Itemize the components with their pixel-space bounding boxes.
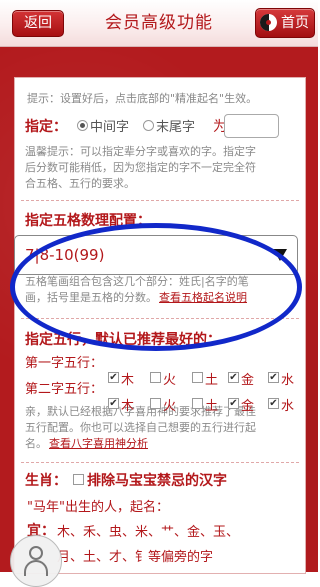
wuxing-item-label: 土 [205,373,219,388]
bazi-analysis-link[interactable]: 查看八字喜用神分析 [49,437,148,450]
user-body-icon [24,560,48,576]
designate-label: 指定： [25,119,67,135]
designate-hint-1: 温馨提示：可以指定辈分字或喜欢的字。指定字 [25,145,256,158]
user-head-icon [29,546,43,560]
wuxing-1-金-checkbox[interactable]: ✔ [228,372,239,383]
second-char-wuxing-label: 第二字五行： [25,382,104,397]
wuxing-2-土-checkbox[interactable] [192,398,203,409]
designate-hint-2: 后分数可能稍低，因为您指定的字不一定完全符 [25,161,256,174]
divider [21,200,299,201]
good-radicals-2: 月、土、才、钅等偏旁的字 [57,550,214,565]
wuge-heading: 指定五格数理配置： [25,213,151,229]
wuxing-item-label: 火 [163,373,177,388]
wuxing-heading: 指定五行，默认已推荐最好的： [25,332,221,348]
wuxing-item-label: 木 [121,399,135,414]
exclude-taboo-checkbox[interactable] [73,474,84,485]
wuge-hint-2: 画，括号里是五格的分数。 [25,291,157,304]
wuxing-hint-1: 亲，默认已经根据八字喜用神的要求推荐了最佳 [25,405,256,418]
wuxing-hint-3-row: 名。 查看八字喜用神分析 [25,436,148,452]
wuxing-item-label: 土 [205,399,219,414]
tip-text: 提示：设置好后，点击底部的"精准起名"生效。 [27,92,258,105]
zodiac-label: 生肖： [25,473,67,489]
wuxing-2-水-checkbox[interactable]: ✔ [268,398,279,409]
wuxing-1-土-checkbox[interactable] [192,372,203,383]
end-char-label: 末尾字 [156,120,196,135]
wuxing-1-木-checkbox[interactable]: ✔ [108,372,119,383]
exclude-taboo-label: 排除马宝宝禁忌的汉字 [87,473,227,489]
content-area: 提示：设置好后，点击底部的"精准起名"生效。 指定： 中间字 末尾字 为 温馨提… [0,47,318,574]
divider [21,318,299,319]
wuxing-item-label: 金 [241,399,255,414]
wuxing-item-label: 金 [241,373,255,388]
wuxing-hint-2: 五行配置。你也可以选择自己想要的五行进行起 [25,421,256,434]
good-radicals-1: 木、禾、虫、米、艹、金、玉、 [57,525,240,540]
wuxing-1-火-checkbox[interactable] [150,372,161,383]
middle-char-label: 中间字 [90,120,130,135]
app-header: 返回 会员高级功能 首页 [0,0,318,47]
settings-panel: 提示：设置好后，点击底部的"精准起名"生效。 指定： 中间字 末尾字 为 温馨提… [14,77,306,574]
wuxing-2-木-checkbox[interactable]: ✔ [108,398,119,409]
end-char-radio[interactable] [143,120,154,131]
dropdown-arrow-icon [273,249,287,261]
wuge-hint-1: 五格笔画组合包含这几个部分：姓氏|名字的笔 [25,275,249,288]
zodiac-line: "马年"出生的人，起名： [27,500,169,515]
wuxing-2-金-checkbox[interactable]: ✔ [228,398,239,409]
wuxing-2-火-checkbox[interactable] [150,398,161,409]
yin-yang-icon [260,14,277,31]
wuxing-item-label: 水 [281,399,295,414]
wuxing-1-水-checkbox[interactable]: ✔ [268,372,279,383]
wuge-config-select[interactable]: 7|8-10(99) [14,235,298,275]
home-button[interactable]: 首页 [255,8,315,38]
divider [21,462,299,463]
wuge-selected-value: 7|8-10(99) [25,246,105,264]
wuxing-item-label: 火 [163,399,177,414]
wuge-explain-link[interactable]: 查看五格起名说明 [159,291,247,304]
wuxing-hint-3: 名。 [25,437,47,450]
user-profile-button[interactable] [10,535,62,587]
first-char-wuxing-label: 第一字五行： [25,356,104,371]
designate-char-input[interactable] [224,114,279,138]
wuxing-item-label: 木 [121,373,135,388]
wuge-hint-2-row: 画，括号里是五格的分数。 查看五格起名说明 [25,290,247,306]
wuxing-item-label: 水 [281,373,295,388]
home-button-label: 首页 [281,15,309,31]
designate-hint-3: 合五格、五行的要求。 [25,177,135,190]
middle-char-radio[interactable] [77,120,88,131]
